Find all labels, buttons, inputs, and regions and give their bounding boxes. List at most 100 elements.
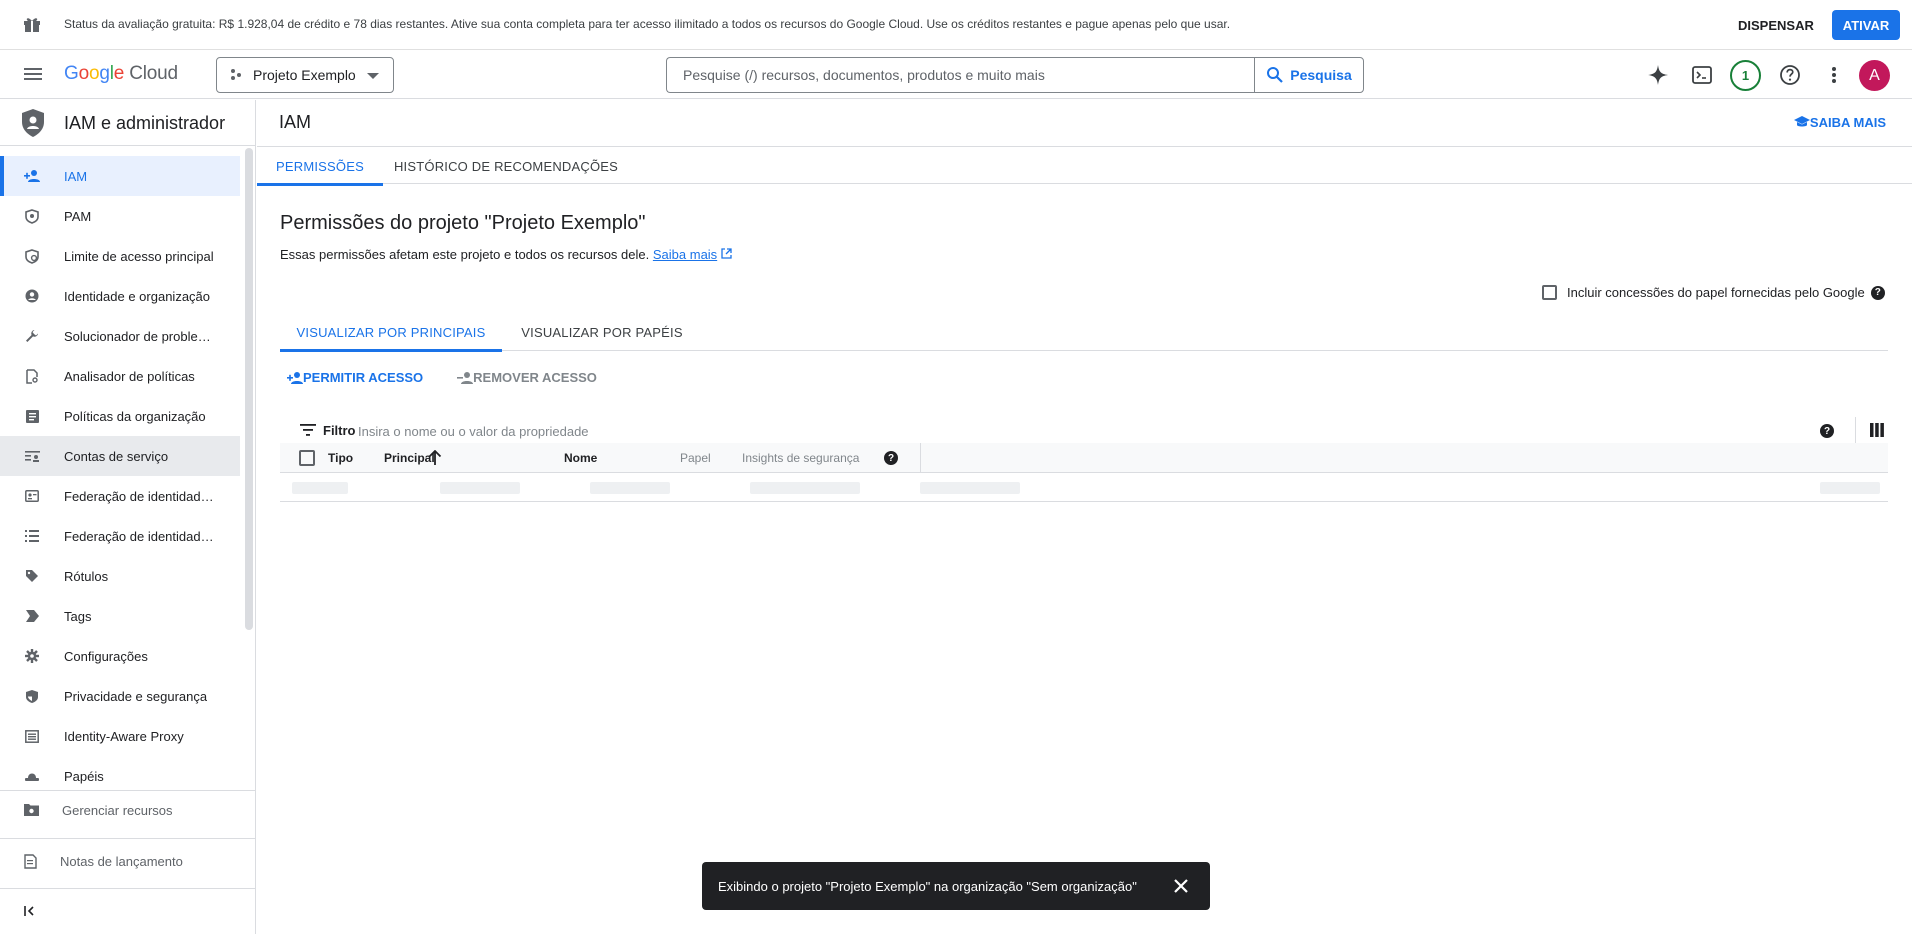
project-dots-icon (231, 68, 243, 82)
column-security-insights[interactable]: Insights de segurança (742, 451, 859, 465)
skeleton-bar (292, 482, 348, 494)
project-name: Projeto Exemplo (253, 67, 356, 83)
sidebar-item-org-policies[interactable]: Políticas da organização (0, 396, 240, 436)
sidebar-item-release-notes[interactable]: Notas de lançamento (0, 838, 256, 888)
menu-icon[interactable] (22, 65, 44, 85)
skeleton-bar (590, 482, 670, 494)
list-icon (24, 529, 40, 543)
person-add-icon (24, 169, 40, 183)
label-icon (24, 569, 40, 583)
permissions-description: Essas permissões afetam este projeto e t… (280, 247, 732, 262)
learn-more-button[interactable]: SAIBA MAIS (1793, 115, 1886, 130)
google-cloud-logo[interactable]: Google Cloud (64, 63, 178, 85)
sidebar-item-pam[interactable]: PAM (0, 196, 240, 236)
close-icon[interactable] (1172, 877, 1190, 895)
sidebar-item-workload-identity-federation[interactable]: Federação de identidade … (0, 476, 240, 516)
sidebar-item-principal-access-boundary[interactable]: Limite de acesso principal (0, 236, 240, 276)
sidebar-item-troubleshooter[interactable]: Solucionador de problem… (0, 316, 240, 356)
search-button[interactable]: Pesquisa (1254, 57, 1364, 93)
arrow-up-icon[interactable] (428, 450, 442, 466)
hat-icon (24, 769, 40, 783)
sidebar-collapse[interactable] (0, 888, 256, 934)
search-box[interactable] (666, 57, 1254, 93)
column-name[interactable]: Nome (564, 451, 597, 465)
table-loading-row (280, 474, 1888, 502)
sidebar-title: IAM e administrador (64, 113, 226, 133)
document-search-icon (24, 368, 40, 384)
sidebar-item-policy-analyzer[interactable]: Analisador de políticas (0, 356, 240, 396)
sidebar-item-workforce-identity-federation[interactable]: Federação de identidade … (0, 516, 240, 556)
filter-input[interactable] (358, 417, 1458, 445)
tab-recommendations-history[interactable]: HISTÓRICO DE RECOMENDAÇÕES (383, 147, 629, 185)
help-icon[interactable]: ? (1820, 424, 1834, 438)
cloud-shell-icon[interactable] (1690, 63, 1714, 87)
badge-icon (24, 489, 40, 503)
trial-status-text: Status da avaliação gratuita: R$ 1.928,0… (64, 17, 1231, 31)
account-circle-icon (24, 289, 40, 303)
include-google-grants-label: Incluir concessões do papel fornecidas p… (1567, 285, 1865, 300)
chevron-down-icon (367, 73, 379, 79)
divider (1855, 417, 1856, 445)
remove-access-button[interactable]: REMOVER ACESSO (457, 370, 597, 385)
skeleton-bar (750, 482, 860, 494)
service-account-icon (24, 449, 40, 463)
page-tabs: PERMISSÕES HISTÓRICO DE RECOMENDAÇÕES (257, 146, 1912, 186)
sidebar-item-identity-organization[interactable]: Identidade e organização (0, 276, 240, 316)
include-google-grants-toggle: Incluir concessões do papel fornecidas p… (1542, 285, 1885, 300)
column-divider (920, 443, 921, 473)
gemini-sparkle-icon[interactable] (1646, 63, 1670, 87)
tab-view-by-roles[interactable]: VISUALIZAR POR PAPÉIS (502, 313, 702, 351)
grant-access-button[interactable]: PERMITIR ACESSO (287, 370, 423, 385)
permissions-heading: Permissões do projeto "Projeto Exemplo" (280, 212, 646, 234)
sidebar-item-service-accounts[interactable]: Contas de serviço (0, 436, 240, 476)
main-content: IAM SAIBA MAIS PERMISSÕES HISTÓRICO DE R… (257, 100, 1912, 934)
person-add-icon (287, 371, 303, 384)
policy-icon (24, 248, 40, 264)
sidebar-item-tags[interactable]: Tags (0, 596, 240, 636)
filter-label: Filtro (323, 423, 356, 438)
skeleton-bar (440, 482, 520, 494)
activate-button[interactable]: ATIVAR (1832, 10, 1900, 40)
learn-more-link[interactable]: Saiba mais (653, 247, 717, 262)
skeleton-bar (920, 482, 1020, 494)
collapse-left-icon (24, 905, 36, 920)
tab-view-by-principals[interactable]: VISUALIZAR POR PRINCIPAIS (280, 313, 502, 352)
help-icon[interactable]: ? (884, 451, 898, 465)
proxy-icon (24, 729, 40, 743)
column-display-icon[interactable] (1870, 423, 1884, 437)
sidebar-item-manage-resources[interactable]: Gerenciar recursos (0, 790, 256, 838)
folder-settings-icon (24, 803, 39, 819)
column-role[interactable]: Papel (680, 451, 711, 465)
include-google-grants-checkbox[interactable] (1542, 285, 1557, 300)
filter-icon (300, 424, 316, 436)
sidebar-item-identity-aware-proxy[interactable]: Identity-Aware Proxy (0, 716, 240, 756)
top-header: Google Cloud Projeto Exemplo Pesquisa 1 … (0, 51, 1912, 99)
search-input[interactable] (667, 58, 1254, 92)
tab-permissions[interactable]: PERMISSÕES (257, 147, 383, 186)
dismiss-button[interactable]: DISPENSAR (1728, 10, 1824, 40)
notifications-badge[interactable]: 1 (1730, 60, 1761, 91)
sidebar-scrollbar[interactable] (245, 148, 253, 630)
release-notes-icon (24, 854, 38, 872)
project-picker[interactable]: Projeto Exemplo (216, 57, 394, 93)
trial-banner: Status da avaliação gratuita: R$ 1.928,0… (0, 0, 1912, 50)
sidebar-item-labels[interactable]: Rótulos (0, 556, 240, 596)
help-icon[interactable]: ? (1870, 285, 1885, 300)
sidebar: IAM e administrador IAM PAM Limite de ac… (0, 100, 256, 934)
sidebar-item-privacy-security[interactable]: Privacidade e segurança (0, 676, 240, 716)
avatar[interactable]: A (1859, 60, 1890, 91)
view-tabs: VISUALIZAR POR PRINCIPAIS VISUALIZAR POR… (280, 313, 1888, 352)
sidebar-item-iam[interactable]: IAM (0, 156, 240, 196)
more-vert-icon[interactable] (1822, 63, 1846, 87)
skeleton-bar (1820, 482, 1880, 494)
school-icon (1793, 116, 1810, 127)
person-remove-icon (457, 371, 474, 384)
table-header: Tipo Principal Nome Papel Insights de se… (280, 443, 1888, 473)
column-type[interactable]: Tipo (328, 451, 353, 465)
select-all-checkbox[interactable] (299, 450, 315, 466)
tag-icon (24, 609, 40, 623)
sidebar-item-settings[interactable]: Configurações (0, 636, 240, 676)
help-icon[interactable] (1778, 63, 1802, 87)
page-title: IAM (279, 112, 312, 132)
open-in-new-icon (721, 248, 732, 259)
